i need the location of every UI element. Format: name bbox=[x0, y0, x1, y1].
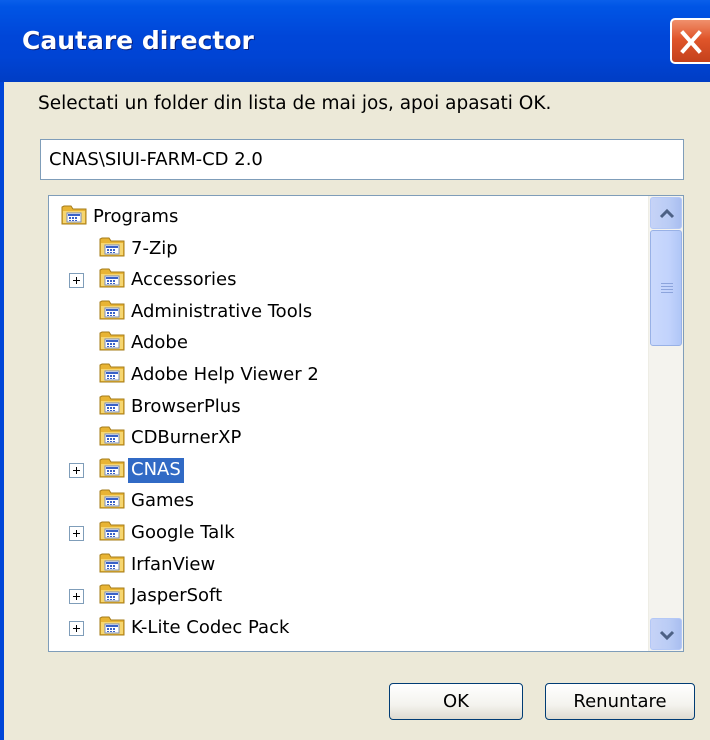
tree-item-label: K-Lite Codec Pack bbox=[131, 616, 290, 638]
folder-icon bbox=[99, 613, 125, 642]
folder-icon bbox=[99, 265, 125, 294]
tree-item[interactable]: Accessories bbox=[49, 264, 649, 295]
tree-item[interactable]: K-Lite Codec Pack bbox=[49, 612, 649, 643]
scroll-thumb[interactable] bbox=[650, 230, 682, 346]
tree-item[interactable]: Programs bbox=[49, 201, 649, 232]
expand-plus-icon[interactable] bbox=[69, 589, 84, 605]
tree-item[interactable]: Google Talk bbox=[49, 517, 649, 548]
tree-item-label: Adobe bbox=[131, 332, 188, 354]
title-bar[interactable]: Cautare director bbox=[0, 0, 710, 82]
window-border bbox=[0, 82, 4, 740]
expand-plus-icon[interactable] bbox=[69, 273, 84, 289]
tree-item-label: Google Talk bbox=[131, 522, 235, 543]
tree-item[interactable]: Administrative Tools bbox=[49, 296, 649, 327]
tree-item[interactable]: JasperSoft bbox=[49, 580, 649, 611]
folder-tree[interactable]: Programs 7-Zip Accessories Administrative T… bbox=[48, 195, 684, 652]
scroll-up-button[interactable] bbox=[650, 197, 682, 229]
tree-item-label: CDBurnerXP bbox=[131, 427, 242, 449]
tree-item[interactable]: BrowserPlus bbox=[49, 391, 649, 422]
tree-item-label: BrowserPlus bbox=[131, 395, 241, 417]
tree-item-label: JasperSoft bbox=[131, 585, 223, 607]
tree-item-label: CNAS bbox=[128, 457, 184, 483]
tree-item-label: Games bbox=[131, 490, 194, 512]
folder-icon bbox=[61, 202, 87, 231]
tree-item[interactable]: Adobe Help Viewer 2 bbox=[49, 359, 649, 390]
folder-icon bbox=[99, 581, 125, 610]
tree-item-label: Programs bbox=[93, 206, 179, 227]
tree-item-label: Administrative Tools bbox=[131, 300, 313, 322]
close-icon bbox=[680, 30, 702, 54]
tree-item[interactable]: Games bbox=[49, 485, 649, 516]
vertical-scrollbar[interactable] bbox=[648, 196, 683, 651]
chevron-down-icon bbox=[659, 630, 675, 641]
folder-icon bbox=[99, 297, 125, 326]
expand-plus-icon[interactable] bbox=[69, 620, 84, 636]
close-button[interactable] bbox=[670, 18, 710, 64]
tree-item[interactable]: 7-Zip bbox=[49, 233, 649, 264]
tree-item[interactable]: CDBurnerXP bbox=[49, 422, 649, 453]
tree-item[interactable]: Adobe bbox=[49, 327, 649, 358]
folder-icon bbox=[99, 392, 125, 421]
scroll-down-button[interactable] bbox=[650, 618, 682, 650]
window-title: Cautare director bbox=[22, 26, 254, 55]
cancel-button[interactable]: Renuntare bbox=[545, 683, 695, 720]
tree-item[interactable]: CNAS bbox=[49, 454, 649, 485]
tree-item-label: Accessories bbox=[131, 269, 237, 291]
selected-path-field[interactable]: CNAS\SIUI-FARM-CD 2.0 bbox=[40, 139, 684, 180]
folder-icon bbox=[99, 328, 125, 357]
instruction-text: Selectati un folder din lista de mai jos… bbox=[38, 93, 552, 114]
folder-icon bbox=[99, 455, 125, 484]
ok-button[interactable]: OK bbox=[389, 683, 523, 720]
folder-icon bbox=[99, 486, 125, 515]
tree-item-label: IrfanView bbox=[131, 553, 216, 575]
folder-icon bbox=[99, 550, 125, 579]
tree-item-label: Adobe Help Viewer 2 bbox=[131, 364, 319, 385]
chevron-up-icon bbox=[659, 208, 675, 219]
tree-item[interactable]: IrfanView bbox=[49, 549, 649, 580]
folder-icon bbox=[99, 518, 125, 547]
expand-plus-icon[interactable] bbox=[69, 526, 84, 541]
folder-icon bbox=[99, 423, 125, 452]
expand-plus-icon[interactable] bbox=[69, 462, 84, 478]
tree-item-label: 7-Zip bbox=[131, 237, 178, 259]
folder-icon bbox=[99, 234, 125, 263]
folder-icon bbox=[99, 360, 125, 389]
